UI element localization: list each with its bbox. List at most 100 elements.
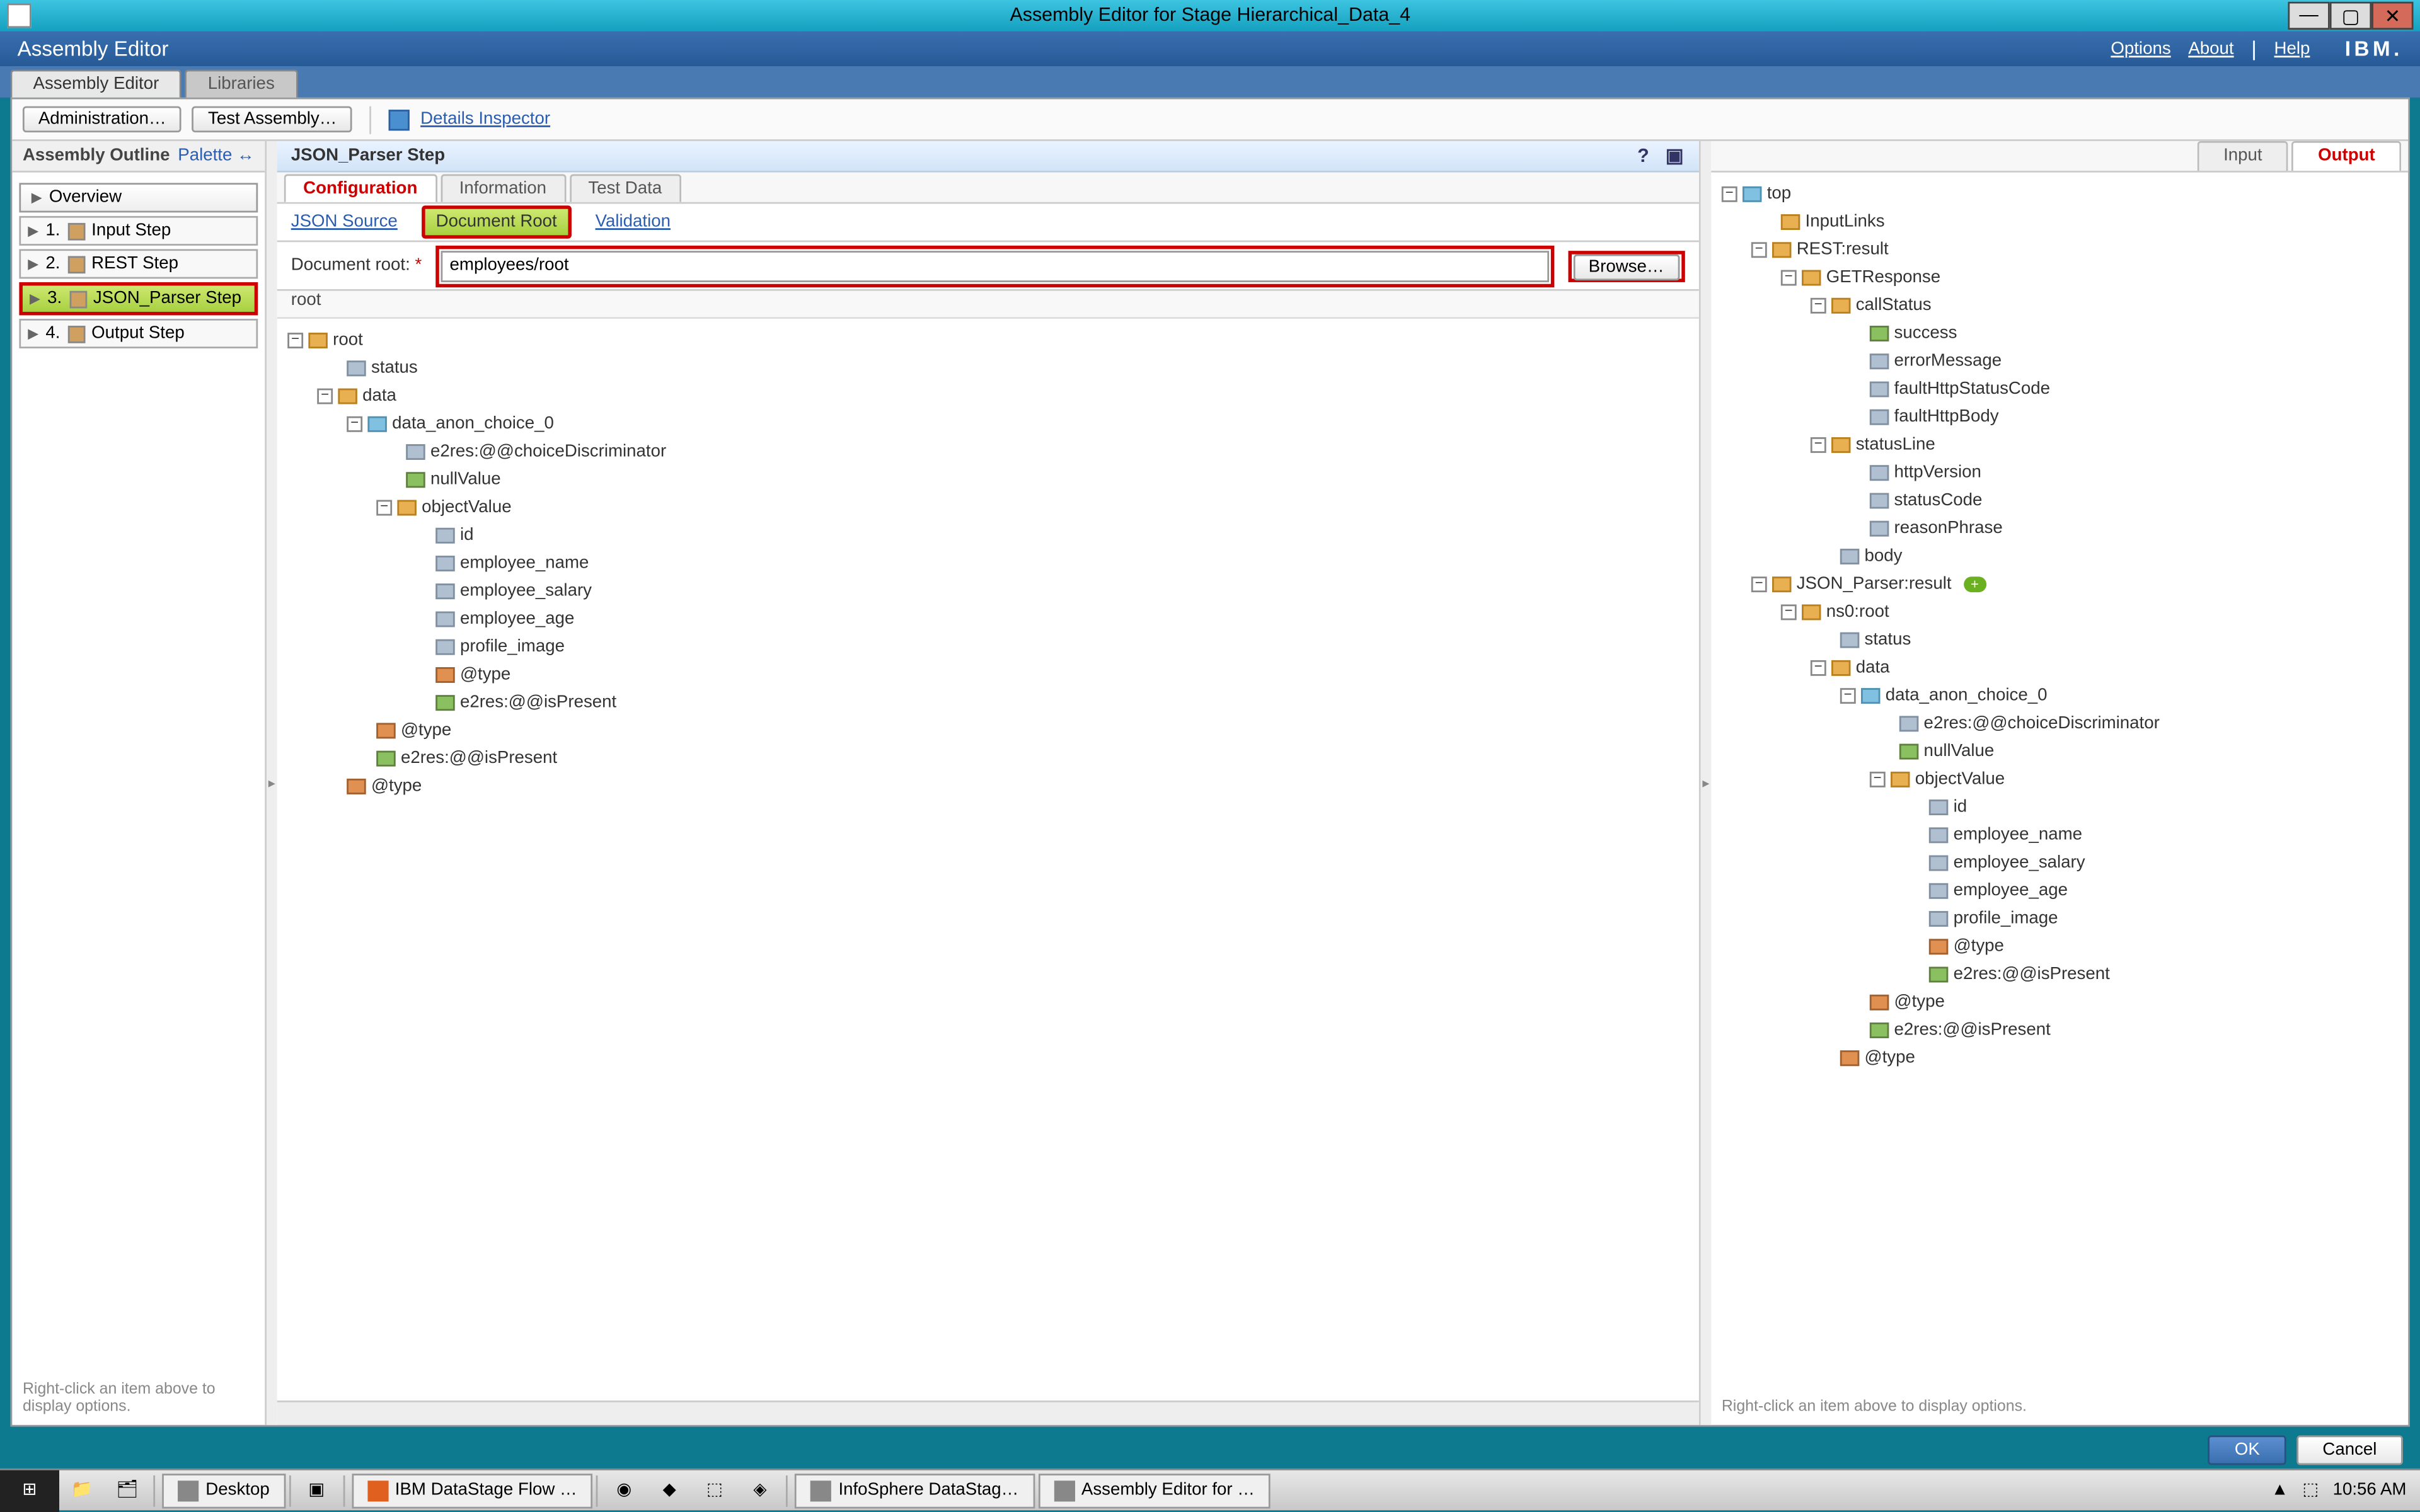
- collapse-toggle[interactable]: −: [1870, 771, 1886, 787]
- tree-node[interactable]: faultHttpStatusCode: [1722, 374, 2398, 402]
- tree-node[interactable]: −statusLine: [1722, 430, 2398, 458]
- ql-folder-icon[interactable]: 🗂: [105, 1469, 150, 1511]
- ql-explorer-icon[interactable]: 📁: [59, 1469, 105, 1511]
- tree-node[interactable]: employee_name: [287, 549, 1688, 576]
- help-link[interactable]: Help: [2274, 39, 2310, 58]
- tree-node[interactable]: employee_salary: [287, 576, 1688, 604]
- tree-node[interactable]: −callStatus: [1722, 291, 2398, 319]
- tree-node[interactable]: −JSON_Parser:result+: [1722, 570, 2398, 597]
- tree-node[interactable]: body: [1722, 542, 2398, 570]
- tree-node[interactable]: id: [287, 521, 1688, 549]
- tray-app-icon[interactable]: ⬚: [2302, 1480, 2319, 1499]
- tree-node[interactable]: e2res:@@isPresent: [287, 744, 1688, 772]
- tab-input[interactable]: Input: [2198, 141, 2288, 171]
- tree-node[interactable]: @type: [287, 772, 1688, 799]
- tab-assembly-editor[interactable]: Assembly Editor: [11, 70, 182, 98]
- output-tree[interactable]: −topInputLinks−REST:result−GETResponse−c…: [1711, 173, 2408, 1387]
- minimize-button[interactable]: —: [2288, 2, 2329, 30]
- maximize-button[interactable]: ▢: [2330, 2, 2371, 30]
- collapse-toggle[interactable]: −: [287, 332, 303, 348]
- tree-scrollbar[interactable]: [277, 1400, 1699, 1425]
- tree-node[interactable]: e2res:@@choiceDiscriminator: [287, 437, 1688, 465]
- tree-node[interactable]: employee_salary: [1722, 849, 2398, 876]
- tree-node[interactable]: status: [287, 353, 1688, 381]
- tab-output[interactable]: Output: [2292, 141, 2402, 171]
- cfg-json-source[interactable]: JSON Source: [291, 212, 398, 231]
- tree-node[interactable]: @type: [287, 716, 1688, 743]
- tray-expand-icon[interactable]: ▲: [2271, 1480, 2288, 1499]
- step-output[interactable]: ▶4.Output Step: [19, 319, 258, 348]
- tree-node[interactable]: e2res:@@isPresent: [287, 688, 1688, 716]
- task-datastage-flow[interactable]: IBM DataStage Flow …: [352, 1473, 593, 1508]
- tree-node[interactable]: @type: [1722, 1043, 2398, 1071]
- tree-node[interactable]: status: [1722, 626, 2398, 653]
- tree-node[interactable]: nullValue: [1722, 737, 2398, 765]
- tree-node[interactable]: −objectValue: [1722, 765, 2398, 793]
- administration-button[interactable]: Administration…: [23, 106, 182, 132]
- collapse-toggle[interactable]: −: [1781, 269, 1797, 285]
- cfg-document-root[interactable]: Document Root: [422, 205, 571, 239]
- tree-node[interactable]: profile_image: [287, 633, 1688, 660]
- close-button[interactable]: ✕: [2371, 2, 2413, 30]
- step-input[interactable]: ▶1.Input Step: [19, 216, 258, 246]
- collapse-toggle[interactable]: −: [1751, 241, 1767, 257]
- tree-node[interactable]: employee_name: [1722, 820, 2398, 848]
- tree-node[interactable]: @type: [287, 660, 1688, 688]
- tree-node[interactable]: @type: [1722, 988, 2398, 1016]
- tree-node[interactable]: −objectValue: [287, 493, 1688, 520]
- help-icon[interactable]: ?: [1633, 146, 1654, 166]
- collapse-toggle[interactable]: −: [376, 499, 392, 515]
- task-desktop[interactable]: Desktop: [162, 1473, 285, 1508]
- details-inspector-link[interactable]: Details Inspector: [420, 110, 550, 129]
- maximize-panel-icon[interactable]: ▣: [1664, 146, 1685, 166]
- tree-node[interactable]: −data_anon_choice_0: [1722, 681, 2398, 709]
- task-infosphere[interactable]: InfoSphere DataStag…: [795, 1473, 1034, 1508]
- collapse-toggle[interactable]: −: [1751, 576, 1767, 592]
- tree-node[interactable]: @type: [1722, 932, 2398, 959]
- task-assembly-editor[interactable]: Assembly Editor for …: [1038, 1473, 1270, 1508]
- tree-node[interactable]: −root: [287, 326, 1688, 353]
- browse-button[interactable]: Browse…: [1573, 253, 1680, 279]
- ql-app1-icon[interactable]: ◆: [647, 1469, 692, 1511]
- ok-button[interactable]: OK: [2208, 1435, 2286, 1465]
- collapse-toggle[interactable]: −: [1811, 297, 1826, 312]
- tab-test-data[interactable]: Test Data: [569, 175, 681, 202]
- collapse-toggle[interactable]: −: [1722, 185, 1737, 201]
- document-root-tree[interactable]: −rootstatus−data−data_anon_choice_0e2res…: [277, 319, 1699, 1425]
- tree-node[interactable]: reasonPhrase: [1722, 514, 2398, 542]
- collapse-toggle[interactable]: −: [1781, 604, 1797, 619]
- overview-button[interactable]: ▶Overview: [19, 183, 258, 212]
- tree-node[interactable]: id: [1722, 793, 2398, 820]
- collapse-toggle[interactable]: −: [347, 415, 362, 431]
- right-splitter[interactable]: [1701, 141, 1712, 1425]
- tree-node[interactable]: nullValue: [287, 465, 1688, 493]
- tree-node[interactable]: −top: [1722, 180, 2398, 207]
- tree-node[interactable]: success: [1722, 319, 2398, 346]
- ql-app3-icon[interactable]: ◈: [737, 1469, 783, 1511]
- ql-terminal-icon[interactable]: ▣: [294, 1469, 339, 1511]
- tree-node[interactable]: profile_image: [1722, 904, 2398, 932]
- tab-configuration[interactable]: Configuration: [284, 175, 437, 202]
- about-link[interactable]: About: [2188, 39, 2233, 58]
- step-rest[interactable]: ▶2.REST Step: [19, 249, 258, 278]
- tree-node[interactable]: −data: [1722, 653, 2398, 681]
- ql-chrome-icon[interactable]: ◉: [601, 1469, 647, 1511]
- test-assembly-button[interactable]: Test Assembly…: [192, 106, 352, 132]
- collapse-toggle[interactable]: −: [1811, 660, 1826, 675]
- tab-libraries[interactable]: Libraries: [185, 70, 297, 98]
- collapse-toggle[interactable]: −: [317, 387, 333, 403]
- tree-node[interactable]: e2res:@@isPresent: [1722, 960, 2398, 988]
- tree-node[interactable]: statusCode: [1722, 486, 2398, 513]
- tree-node[interactable]: errorMessage: [1722, 346, 2398, 374]
- collapse-toggle[interactable]: −: [1811, 437, 1826, 452]
- tree-node[interactable]: InputLinks: [1722, 207, 2398, 235]
- step-json-parser[interactable]: ▶3.JSON_Parser Step: [19, 282, 258, 316]
- collapse-toggle[interactable]: −: [1840, 687, 1856, 703]
- tab-information[interactable]: Information: [440, 175, 565, 202]
- ql-app2-icon[interactable]: ⬚: [692, 1469, 737, 1511]
- tree-node[interactable]: −data_anon_choice_0: [287, 410, 1688, 437]
- tree-node[interactable]: e2res:@@choiceDiscriminator: [1722, 709, 2398, 736]
- tree-node[interactable]: employee_age: [287, 604, 1688, 632]
- options-link[interactable]: Options: [2111, 39, 2170, 58]
- cancel-button[interactable]: Cancel: [2296, 1435, 2403, 1465]
